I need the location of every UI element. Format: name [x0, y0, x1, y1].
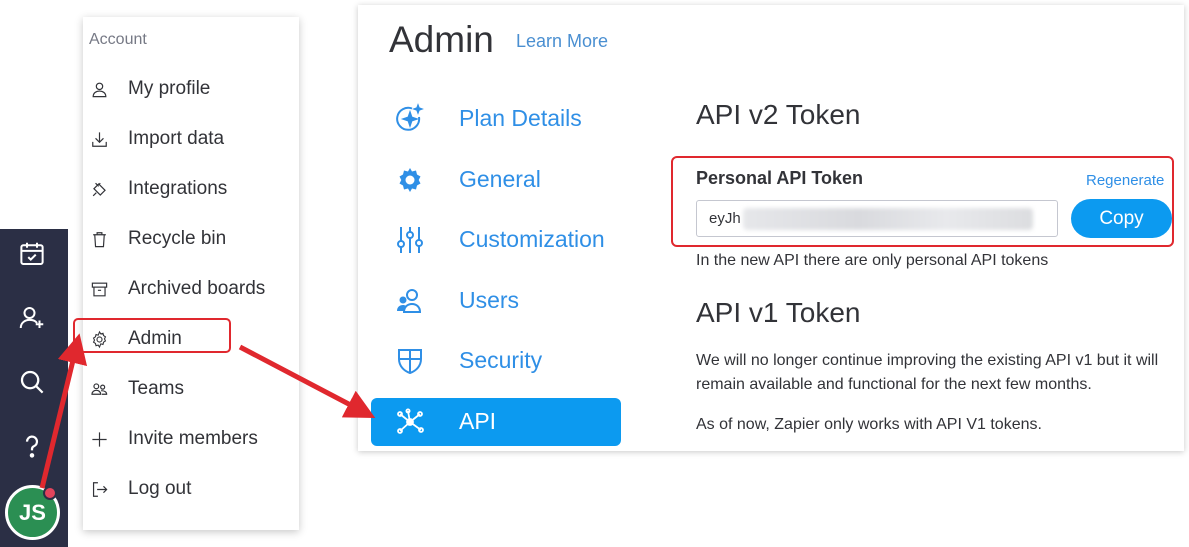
network-icon	[393, 405, 427, 439]
help-icon[interactable]	[14, 428, 50, 464]
menu-item-archived-boards[interactable]: Archived boards	[83, 269, 299, 309]
learn-more-link[interactable]: Learn More	[516, 31, 608, 52]
menu-item-my-profile[interactable]: My profile	[83, 69, 299, 109]
page-title: Admin	[389, 19, 494, 60]
sliders-icon	[393, 223, 427, 257]
nav-label: Security	[459, 347, 543, 373]
nav-users[interactable]: Users	[371, 277, 621, 325]
account-menu: Account My profile Import data Integrati…	[83, 17, 299, 530]
api-v1-heading: API v1 Token	[696, 297, 861, 328]
menu-item-label: Log out	[128, 478, 192, 499]
menu-item-label: Import data	[128, 128, 225, 149]
regenerate-link[interactable]: Regenerate	[1086, 172, 1164, 189]
person-icon	[89, 79, 109, 99]
nav-general[interactable]: General	[371, 156, 621, 204]
nav-label: API	[459, 408, 497, 434]
menu-item-label: Recycle bin	[128, 228, 227, 249]
add-user-icon[interactable]	[14, 300, 50, 336]
nav-label: Plan Details	[459, 105, 582, 131]
plug-icon	[89, 179, 109, 199]
menu-item-teams[interactable]: Teams	[83, 369, 299, 409]
admin-highlight-annotation	[73, 318, 231, 353]
calendar-check-icon[interactable]	[14, 236, 50, 272]
nav-customization[interactable]: Customization	[371, 216, 621, 264]
menu-item-recycle-bin[interactable]: Recycle bin	[83, 219, 299, 259]
token-hint: In the new API there are only personal A…	[696, 252, 1049, 269]
menu-item-label: Archived boards	[128, 278, 266, 299]
menu-item-label: Integrations	[128, 178, 228, 199]
sparkle-icon	[393, 102, 427, 136]
gear-icon	[393, 163, 427, 197]
team-icon	[89, 379, 109, 399]
api-v1-paragraph: We will no longer continue improving the…	[696, 352, 1159, 393]
menu-item-integrations[interactable]: Integrations	[83, 169, 299, 209]
token-redaction	[743, 208, 1033, 230]
personal-token-label: Personal API Token	[696, 168, 864, 188]
menu-item-log-out[interactable]: Log out	[83, 469, 299, 509]
nav-plan-details[interactable]: Plan Details	[371, 95, 621, 143]
trash-icon	[89, 229, 109, 249]
plus-icon	[89, 429, 109, 449]
menu-item-label: My profile	[128, 78, 211, 99]
zapier-note: As of now, Zapier only works with API V1…	[696, 416, 1042, 433]
menu-heading: Account	[89, 31, 147, 48]
archive-icon	[89, 279, 109, 299]
search-icon[interactable]	[14, 364, 50, 400]
admin-panel: Admin Learn More Plan Details General Cu…	[358, 5, 1184, 451]
menu-item-invite-members[interactable]: Invite members	[83, 419, 299, 459]
api-v2-heading: API v2 Token	[696, 99, 861, 130]
nav-api[interactable]: API	[371, 398, 621, 446]
menu-item-label: Teams	[128, 378, 184, 399]
shield-icon	[393, 344, 427, 378]
nav-label: Customization	[459, 226, 605, 252]
nav-security[interactable]: Security	[371, 337, 621, 385]
users-icon	[393, 284, 427, 318]
nav-label: General	[459, 166, 541, 192]
nav-label: Users	[459, 287, 520, 313]
notification-dot	[43, 486, 57, 500]
menu-item-import-data[interactable]: Import data	[83, 119, 299, 159]
menu-item-label: Invite members	[128, 428, 258, 449]
download-icon	[89, 129, 109, 149]
logout-icon	[89, 479, 109, 499]
copy-button[interactable]: Copy	[1071, 199, 1172, 238]
